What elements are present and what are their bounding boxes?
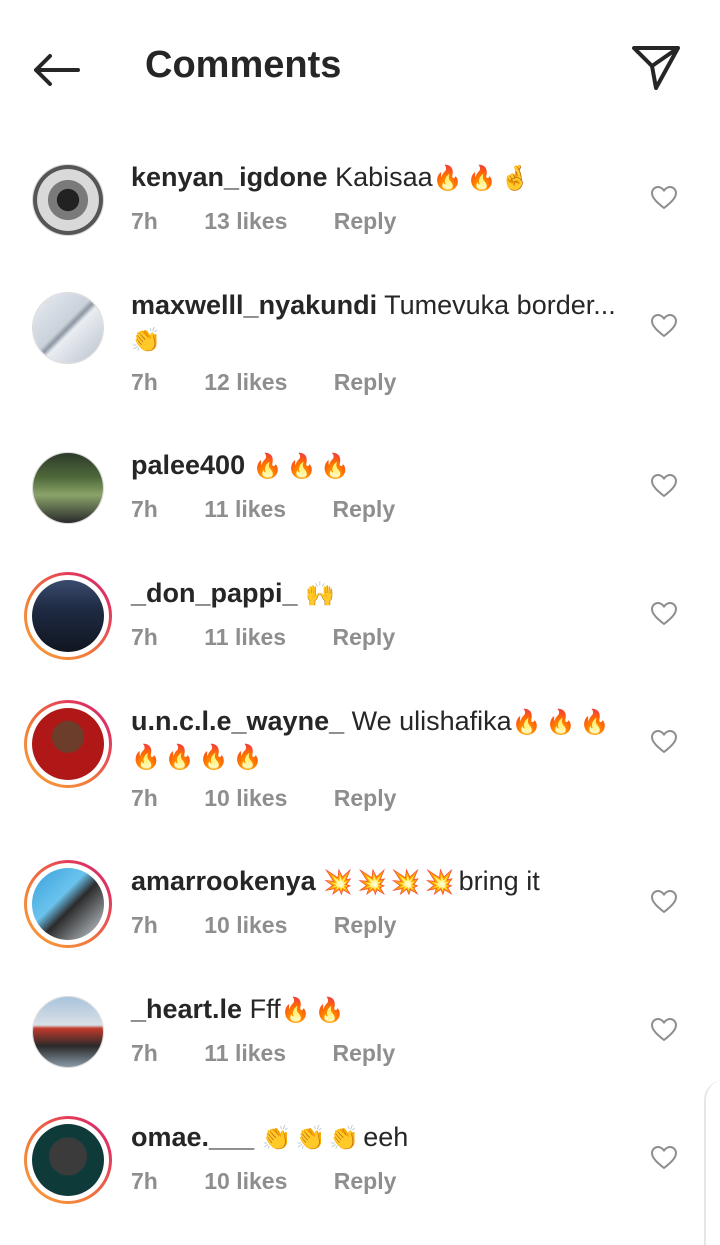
arrow-left-icon <box>34 54 80 86</box>
comment-likes[interactable]: 11 likes <box>204 1040 286 1066</box>
reply-button[interactable]: Reply <box>332 1040 395 1066</box>
comment-username[interactable]: omae.___ <box>131 1122 254 1152</box>
comment-text: u.n.c.l.e_wayne_ We ulishafika🔥🔥🔥🔥🔥🔥🔥 <box>131 704 621 774</box>
comment-time: 7h <box>131 369 158 395</box>
avatar[interactable] <box>24 860 112 948</box>
comment-likes[interactable]: 13 likes <box>204 208 287 234</box>
reply-button[interactable]: Reply <box>332 496 395 522</box>
reply-button[interactable]: Reply <box>334 785 397 811</box>
reply-button[interactable]: Reply <box>332 624 395 650</box>
comment-time: 7h <box>131 1168 158 1194</box>
comment-emoji: 👏👏👏 <box>261 1124 364 1152</box>
comment-body: Tumevuka border... <box>384 290 616 320</box>
comments-header: Comments <box>0 0 720 135</box>
comment-likes[interactable]: 11 likes <box>204 496 286 522</box>
avatar[interactable] <box>32 452 104 524</box>
comment-emoji: 🔥🔥🔥 <box>252 452 355 480</box>
comment-text: maxwelll_nyakundi Tumevuka border... 👏 <box>131 288 621 357</box>
comment-meta: 7h 10 likes Reply <box>131 785 436 812</box>
comment-username[interactable]: _don_pappi_ <box>131 578 298 608</box>
comment-meta: 7h 12 likes Reply <box>131 369 436 396</box>
heart-icon[interactable] <box>650 1016 678 1044</box>
reply-button[interactable]: Reply <box>334 208 397 234</box>
reply-button[interactable]: Reply <box>334 912 397 938</box>
avatar[interactable] <box>32 292 104 364</box>
comment-meta: 7h 13 likes Reply <box>131 208 436 235</box>
avatar[interactable] <box>32 164 104 236</box>
comment-username[interactable]: amarrookenya <box>131 866 316 896</box>
comment-meta: 7h 10 likes Reply <box>131 912 436 939</box>
comment-meta: 7h 11 likes Reply <box>131 624 435 651</box>
comment-body: bring it <box>458 866 540 896</box>
avatar[interactable] <box>24 700 112 788</box>
reply-button[interactable]: Reply <box>334 1168 397 1194</box>
comment-body: We ulishafika <box>351 706 512 736</box>
heart-icon[interactable] <box>650 600 678 628</box>
back-button[interactable] <box>28 48 84 92</box>
comment-text: kenyan_igdone Kabisaa🔥🔥🤞 <box>131 160 621 195</box>
comment-username[interactable]: maxwelll_nyakundi <box>131 290 377 320</box>
comment-text: _heart.le Fff🔥🔥 <box>131 992 621 1027</box>
comment-emoji: 🔥🔥🤞 <box>432 164 535 192</box>
comment-emoji: 🔥🔥 <box>280 996 349 1024</box>
heart-icon[interactable] <box>650 1144 678 1172</box>
comment-meta: 7h 11 likes Reply <box>131 496 435 523</box>
comment-time: 7h <box>131 624 158 650</box>
edge-panel-handle <box>704 1080 720 1245</box>
heart-icon[interactable] <box>650 184 678 212</box>
comment-likes[interactable]: 10 likes <box>204 912 287 938</box>
comment-time: 7h <box>131 208 158 234</box>
comment-emoji: 🙌 <box>305 580 339 608</box>
page-title: Comments <box>145 44 342 86</box>
comment-username[interactable]: kenyan_igdone <box>131 162 328 192</box>
heart-icon[interactable] <box>650 312 678 340</box>
comment-time: 7h <box>131 1040 158 1066</box>
avatar[interactable] <box>24 1116 112 1204</box>
comment-username[interactable]: _heart.le <box>131 994 242 1024</box>
reply-button[interactable]: Reply <box>334 369 397 395</box>
comment-meta: 7h 10 likes Reply <box>131 1168 436 1195</box>
comment-username[interactable]: u.n.c.l.e_wayne_ <box>131 706 344 736</box>
comment-body: Fff <box>249 994 281 1024</box>
comment-text: omae.___ 👏👏👏eeh <box>131 1120 621 1155</box>
comment-meta: 7h 11 likes Reply <box>131 1040 435 1067</box>
comment-time: 7h <box>131 785 158 811</box>
comment-likes[interactable]: 10 likes <box>204 785 287 811</box>
comment-body: Kabisaa <box>335 162 433 192</box>
comment-emoji: 👏 <box>131 326 165 354</box>
share-button[interactable] <box>628 40 684 94</box>
paper-plane-icon <box>632 46 680 90</box>
comment-likes[interactable]: 11 likes <box>204 624 286 650</box>
comment-text: _don_pappi_ 🙌 <box>131 576 621 611</box>
heart-icon[interactable] <box>650 472 678 500</box>
comment-time: 7h <box>131 912 158 938</box>
comment-likes[interactable]: 10 likes <box>204 1168 287 1194</box>
heart-icon[interactable] <box>650 888 678 916</box>
comment-text: amarrookenya 💥💥💥💥bring it <box>131 864 621 899</box>
comment-username[interactable]: palee400 <box>131 450 245 480</box>
heart-icon[interactable] <box>650 728 678 756</box>
comment-time: 7h <box>131 496 158 522</box>
comment-text: palee400 🔥🔥🔥 <box>131 448 621 483</box>
avatar[interactable] <box>24 572 112 660</box>
comment-emoji: 💥💥💥💥 <box>323 868 459 896</box>
comment-likes[interactable]: 12 likes <box>204 369 287 395</box>
comment-body: eeh <box>363 1122 409 1152</box>
avatar[interactable] <box>32 996 104 1068</box>
